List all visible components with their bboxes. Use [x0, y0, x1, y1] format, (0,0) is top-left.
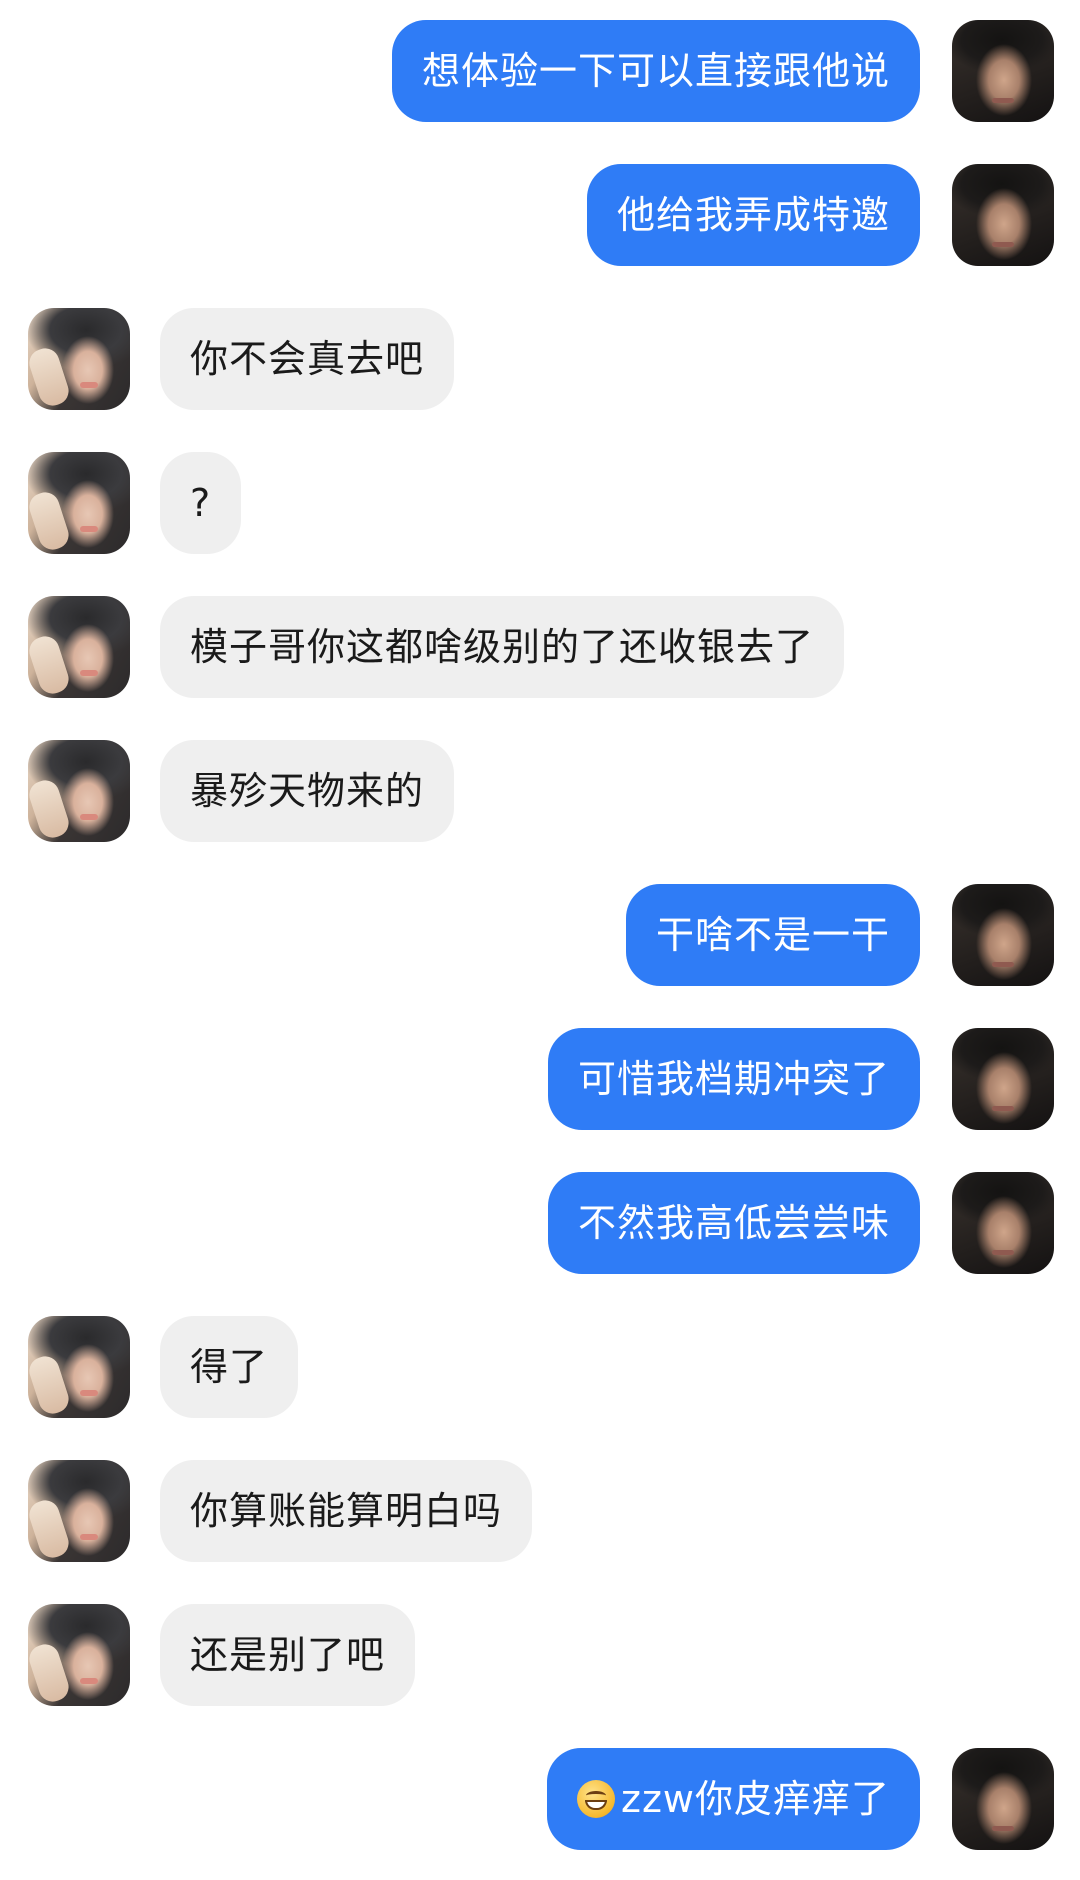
message-bubble-received[interactable]: 你不会真去吧 [160, 308, 455, 410]
message-row-received: 你算账能算明白吗 [0, 1460, 1080, 1562]
contact-avatar[interactable] [28, 452, 130, 554]
message-bubble-received[interactable]: 你算账能算明白吗 [160, 1460, 533, 1562]
contact-avatar[interactable] [28, 1604, 130, 1706]
message-bubble-received[interactable]: ? [160, 452, 242, 554]
message-row-sent: 干啥不是一干 [0, 884, 1080, 986]
message-row-received: 还是别了吧 [0, 1604, 1080, 1706]
contact-avatar[interactable] [28, 1460, 130, 1562]
self-avatar[interactable] [952, 1028, 1054, 1130]
message-row-received: 你不会真去吧 [0, 308, 1080, 410]
message-row-received: 模子哥你这都啥级别的了还收银去了 [0, 596, 1080, 698]
message-bubble-sent[interactable]: zzw你皮痒痒了 [547, 1748, 920, 1850]
message-text: zzw你皮痒痒了 [621, 1777, 890, 1821]
contact-avatar[interactable] [28, 1316, 130, 1418]
message-bubble-received[interactable]: 模子哥你这都啥级别的了还收银去了 [160, 596, 845, 698]
message-bubble-sent[interactable]: 不然我高低尝尝味 [547, 1172, 920, 1274]
message-row-sent: 可惜我档期冲突了 [0, 1028, 1080, 1130]
self-avatar[interactable] [952, 20, 1054, 122]
contact-avatar[interactable] [28, 308, 130, 410]
message-row-sent: 想体验一下可以直接跟他说 [0, 20, 1080, 122]
message-bubble-received[interactable]: 还是别了吧 [160, 1604, 416, 1706]
message-bubble-sent[interactable]: 他给我弄成特邀 [586, 164, 920, 266]
message-bubble-sent[interactable]: 干啥不是一干 [625, 884, 920, 986]
contact-avatar[interactable] [28, 740, 130, 842]
message-bubble-sent[interactable]: 可惜我档期冲突了 [547, 1028, 920, 1130]
message-row-received: 暴殄天物来的 [0, 740, 1080, 842]
self-avatar[interactable] [952, 1748, 1054, 1850]
message-row-sent: zzw你皮痒痒了 [0, 1748, 1080, 1850]
message-row-received: 得了 [0, 1316, 1080, 1418]
message-bubble-received[interactable]: 暴殄天物来的 [160, 740, 455, 842]
chat-thread: 想体验一下可以直接跟他说 他给我弄成特邀 你不会真去吧 ? 模子哥你这都啥级别的… [0, 0, 1080, 1880]
self-avatar[interactable] [952, 1172, 1054, 1274]
message-bubble-sent[interactable]: 想体验一下可以直接跟他说 [391, 20, 920, 122]
grinning-face-emoji-icon [577, 1779, 616, 1818]
message-row-sent: 他给我弄成特邀 [0, 164, 1080, 266]
contact-avatar[interactable] [28, 596, 130, 698]
message-row-received: ? [0, 452, 1080, 554]
message-bubble-received[interactable]: 得了 [160, 1316, 299, 1418]
self-avatar[interactable] [952, 164, 1054, 266]
message-row-sent: 不然我高低尝尝味 [0, 1172, 1080, 1274]
self-avatar[interactable] [952, 884, 1054, 986]
